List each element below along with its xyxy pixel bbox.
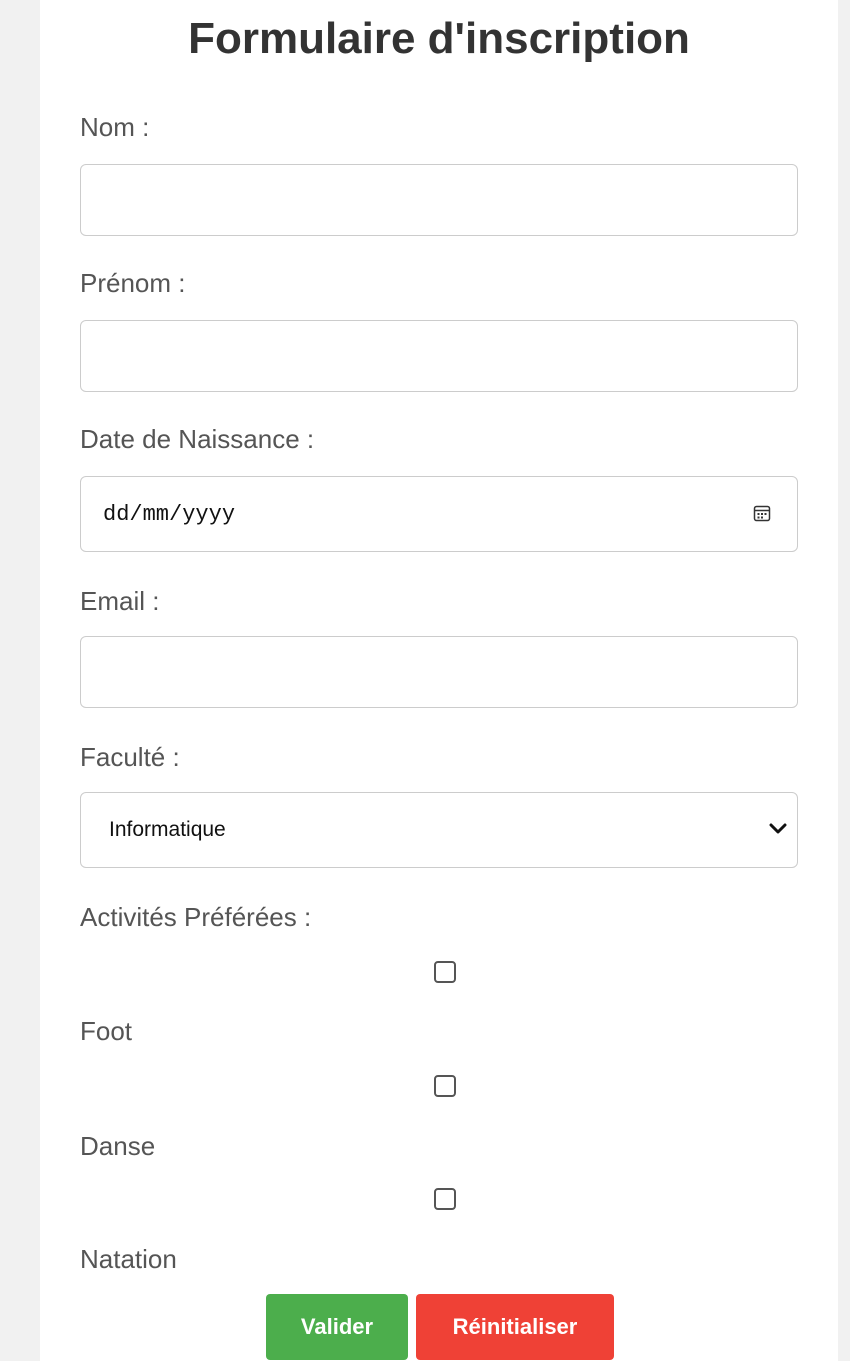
prenom-input[interactable] (81, 321, 797, 391)
faculte-label: Faculté : (80, 742, 180, 772)
date-label: Date de Naissance : (80, 424, 315, 454)
nom-input[interactable] (81, 165, 797, 235)
email-input[interactable] (81, 637, 797, 707)
faculte-selected-value: Informatique (109, 818, 226, 841)
checkbox-foot[interactable] (434, 961, 456, 983)
date-input[interactable]: dd/mm/yyyy (80, 476, 798, 552)
email-label: Email : (80, 586, 160, 616)
prenom-field-wrapper (80, 320, 798, 392)
page-title: Formulaire d'inscription (188, 14, 690, 63)
faculte-select[interactable]: Informatique (80, 792, 798, 868)
nom-field-wrapper (80, 164, 798, 236)
nom-label: Nom : (80, 112, 150, 142)
prenom-label: Prénom : (80, 268, 186, 298)
calendar-icon[interactable] (753, 504, 771, 522)
registration-card: Formulaire d'inscription Nom : Prénom : … (40, 0, 838, 1361)
checkbox-danse[interactable] (434, 1075, 456, 1097)
activity-label-foot: Foot (80, 1016, 133, 1046)
activites-label: Activités Préférées : (80, 902, 312, 932)
activity-label-natation: Natation (80, 1244, 177, 1274)
chevron-down-icon (769, 823, 787, 834)
checkbox-natation[interactable] (434, 1188, 456, 1210)
date-placeholder: dd/mm/yyyy (103, 502, 236, 527)
submit-button[interactable]: Valider (266, 1294, 408, 1360)
activity-label-danse: Danse (80, 1131, 156, 1161)
reset-button[interactable]: Réinitialiser (416, 1294, 614, 1360)
email-field-wrapper (80, 636, 798, 708)
